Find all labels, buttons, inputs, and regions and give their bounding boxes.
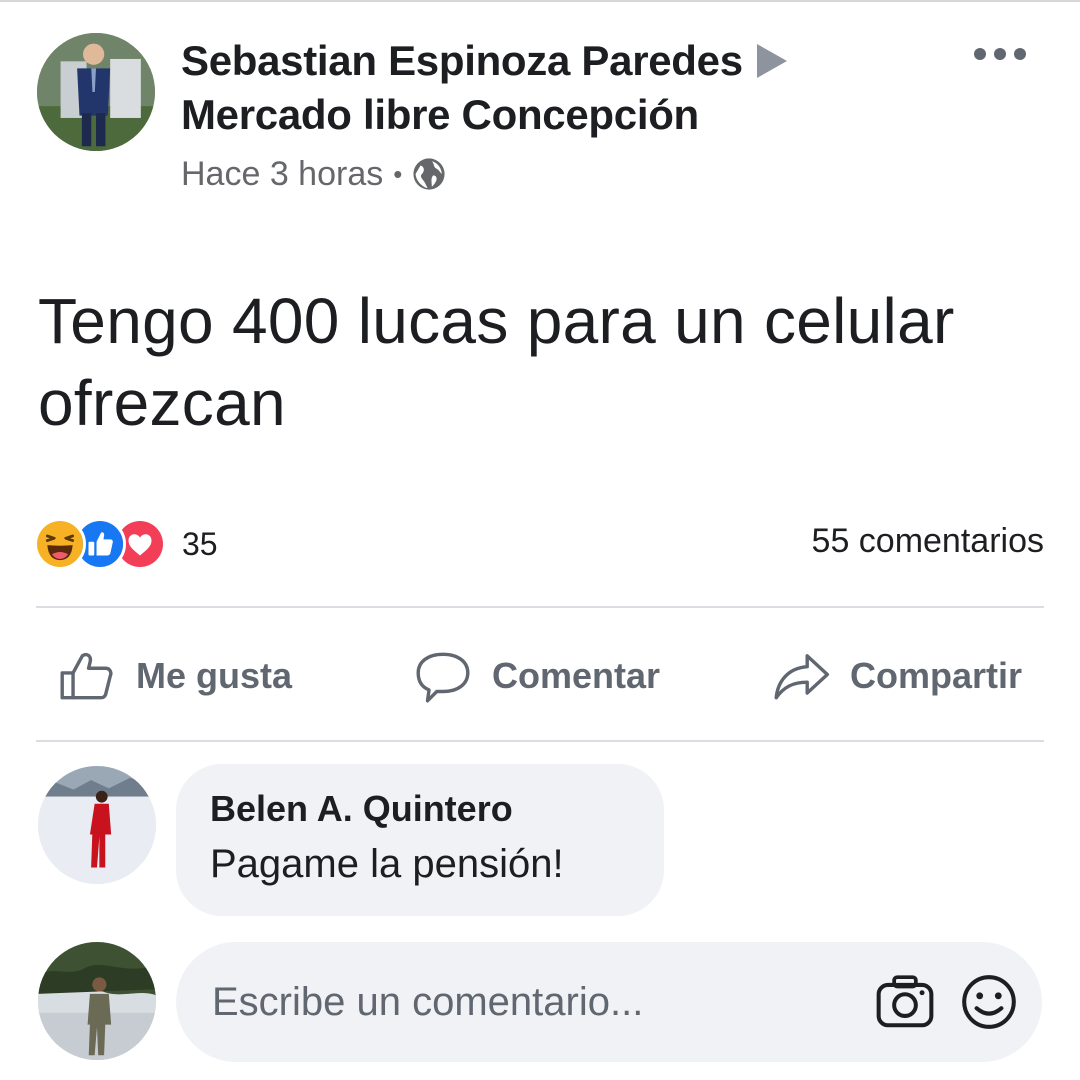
divider (36, 740, 1044, 742)
author-photo (37, 33, 155, 151)
speech-bubble-icon (416, 652, 470, 703)
arrow-right-icon (756, 43, 787, 78)
post-header: Sebastian Espinoza Paredes Mercado libre… (181, 36, 881, 196)
reactions-summary[interactable]: 35 (34, 518, 218, 570)
comment-text: Pagame la pensión! (210, 842, 564, 886)
more-dot (994, 48, 1006, 60)
more-dot (974, 48, 986, 60)
divider (36, 606, 1044, 608)
haha-icon (34, 518, 86, 570)
post-text: Tengo 400 lucas para un celular ofrezcan (38, 280, 1058, 444)
post-meta: Hace 3 horas • (181, 152, 881, 196)
share-button[interactable]: Compartir (770, 640, 1022, 712)
current-user-avatar[interactable] (38, 942, 156, 1060)
share-arrow-icon (774, 654, 830, 700)
like-button[interactable]: Me gusta (56, 640, 292, 712)
commenter-avatar[interactable] (38, 766, 156, 884)
comment-button[interactable]: Comentar (412, 640, 660, 712)
smiley-icon[interactable] (958, 971, 1020, 1033)
author-line: Sebastian Espinoza Paredes (181, 36, 881, 86)
thumbs-up-icon (60, 652, 113, 700)
comment-bubble: Belen A. Quintero Pagame la pensión! (176, 764, 664, 916)
author-name[interactable]: Sebastian Espinoza Paredes (181, 37, 743, 84)
more-dot (1014, 48, 1026, 60)
comment-author[interactable]: Belen A. Quintero (210, 786, 664, 832)
post-text-line: ofrezcan (38, 367, 286, 439)
comment-label: Comentar (492, 655, 661, 696)
post-text-line: Tengo 400 lucas para un celular (38, 285, 955, 357)
author-avatar[interactable] (37, 33, 155, 151)
comment-input[interactable]: Escribe un comentario... (176, 942, 1042, 1062)
camera-icon[interactable] (874, 971, 936, 1033)
current-user-photo (38, 942, 156, 1060)
more-options-icon[interactable] (970, 42, 1030, 66)
reaction-count: 35 (182, 525, 218, 562)
post-timestamp[interactable]: Hace 3 horas (181, 152, 383, 196)
top-edge (0, 0, 1080, 14)
comments-count[interactable]: 55 comentarios (812, 522, 1044, 561)
action-bar: Me gusta Comentar Compartir (0, 640, 1080, 712)
share-label: Compartir (850, 655, 1023, 696)
like-label: Me gusta (136, 655, 293, 696)
meta-separator: • (393, 159, 403, 189)
comment-input-placeholder: Escribe un comentario... (212, 979, 644, 1024)
commenter-photo (38, 766, 156, 884)
group-name[interactable]: Mercado libre Concepción (181, 86, 881, 144)
globe-icon[interactable] (412, 157, 446, 191)
